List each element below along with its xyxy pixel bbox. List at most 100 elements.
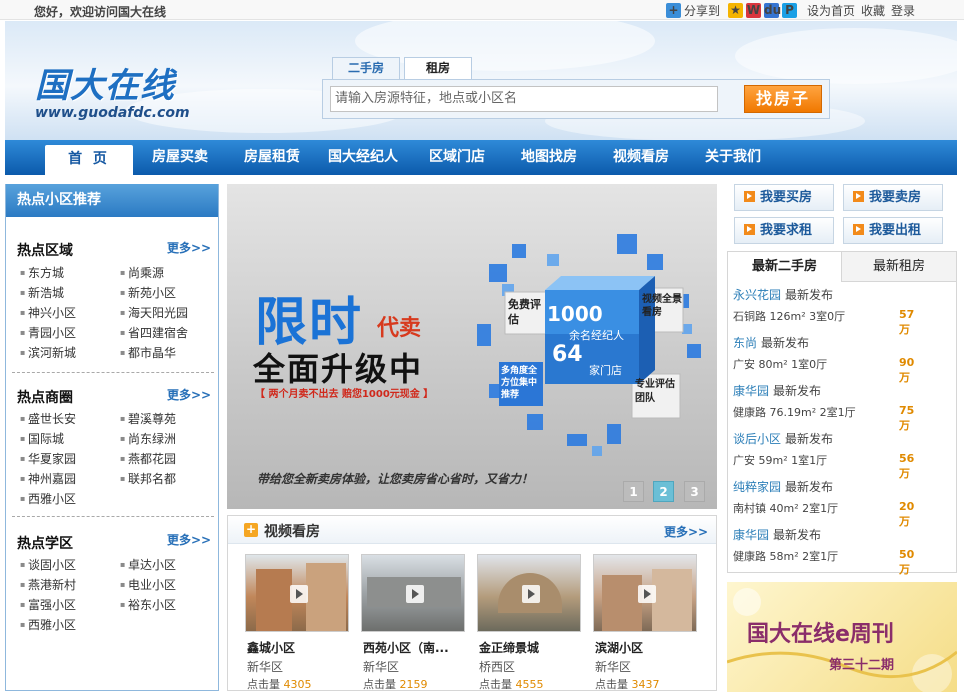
sell-house-button[interactable]: 我要卖房 bbox=[843, 184, 943, 211]
nav-item-video[interactable]: 视频看房 bbox=[613, 140, 669, 175]
list-item[interactable]: 裕东小区 bbox=[120, 596, 176, 613]
listing-title[interactable]: 永兴花园 最新发布 bbox=[733, 286, 833, 303]
qzone-icon[interactable]: ★ bbox=[728, 2, 744, 18]
list-item[interactable]: 富强小区 bbox=[20, 596, 76, 613]
list-item[interactable]: 燕港新村 bbox=[20, 576, 76, 593]
list-item[interactable]: 神兴小区 bbox=[20, 304, 76, 321]
play-icon bbox=[522, 585, 540, 603]
more-link-school[interactable]: 更多>> bbox=[167, 531, 211, 548]
welcome-text: 您好，欢迎访问国大在线 bbox=[34, 5, 167, 19]
list-item[interactable]: 海天阳光园 bbox=[120, 304, 188, 321]
list-item[interactable]: 碧溪尊苑 bbox=[120, 410, 176, 427]
site-logo[interactable]: 国大在线 www.guodafdc.com bbox=[35, 58, 190, 121]
video-thumbnail[interactable] bbox=[477, 554, 581, 632]
search-input[interactable]: 请输入房源特征，地点或小区名 bbox=[330, 86, 718, 112]
list-item[interactable]: 西雅小区 bbox=[20, 616, 76, 633]
banner-promo: 【 两个月卖不出去 赔您1000元现金 】 bbox=[255, 389, 434, 400]
tab-latest-second-hand[interactable]: 最新二手房 bbox=[728, 252, 842, 282]
list-item[interactable]: 尚乘源 bbox=[120, 264, 164, 281]
baidu-icon[interactable]: du bbox=[764, 2, 781, 18]
nav-item-agents[interactable]: 国大经纪人 bbox=[328, 140, 398, 175]
listing-title[interactable]: 东尚 最新发布 bbox=[733, 334, 809, 351]
latest-listings-panel: 最新二手房 最新租房 永兴花园 最新发布 石铜路 126m² 3室0厅 57万 东尚… bbox=[727, 251, 957, 576]
list-item[interactable]: 盛世长安 bbox=[20, 410, 76, 427]
list-item[interactable]: 卓达小区 bbox=[120, 556, 176, 573]
nav-item-rental[interactable]: 房屋租赁 bbox=[244, 140, 300, 175]
video-district: 新华区 bbox=[247, 660, 284, 674]
video-name[interactable]: 金正缔景城 bbox=[479, 639, 539, 656]
banner-subtitle: 全面升级中 bbox=[253, 350, 424, 388]
more-link-area[interactable]: 更多>> bbox=[167, 239, 211, 256]
cube-agents-label: 余名经纪人 bbox=[569, 329, 624, 342]
weibo-icon[interactable]: W bbox=[746, 2, 762, 18]
favorite-link[interactable]: 收藏 bbox=[861, 2, 885, 19]
nav-item-home[interactable]: 首 页 bbox=[45, 145, 133, 175]
arrow-icon bbox=[853, 224, 864, 235]
rent-out-button[interactable]: 我要出租 bbox=[843, 217, 943, 244]
nav-item-stores[interactable]: 区域门店 bbox=[429, 140, 485, 175]
share-plus-icon[interactable]: + bbox=[666, 2, 681, 18]
nav-item-map[interactable]: 地图找房 bbox=[521, 140, 577, 175]
list-item[interactable]: 省四建宿舍 bbox=[120, 324, 188, 341]
listing-title[interactable]: 康华园 最新发布 bbox=[733, 526, 821, 543]
divider bbox=[12, 516, 214, 517]
arrow-icon bbox=[744, 224, 755, 235]
tab-second-hand[interactable]: 二手房 bbox=[332, 57, 400, 79]
top-links: + 分享到 ★ W du P 设为首页 收藏 登录 bbox=[666, 2, 915, 18]
list-item[interactable]: 电业小区 bbox=[120, 576, 176, 593]
e-weekly-banner[interactable]: 国大在线e周刊 第三十二期 bbox=[727, 582, 957, 692]
tab-latest-rental[interactable]: 最新租房 bbox=[842, 252, 956, 282]
list-item[interactable]: 国际城 bbox=[20, 430, 64, 447]
list-item[interactable]: 滨河新城 bbox=[20, 344, 76, 361]
list-item[interactable]: 尚东绿洲 bbox=[120, 430, 176, 447]
video-thumbnail[interactable] bbox=[245, 554, 349, 632]
section-title-school: 热点学区 bbox=[17, 536, 73, 552]
tab-rent[interactable]: 租房 bbox=[404, 57, 472, 79]
list-item[interactable]: 新苑小区 bbox=[120, 284, 176, 301]
video-name[interactable]: 滨湖小区 bbox=[595, 639, 643, 656]
section-title-area: 热点区域 bbox=[17, 243, 73, 259]
play-icon bbox=[406, 585, 424, 603]
search-button[interactable]: 找房子 bbox=[744, 85, 822, 113]
play-icon bbox=[290, 585, 308, 603]
nav-item-about[interactable]: 关于我们 bbox=[705, 140, 761, 175]
video-name[interactable]: 鑫城小区 bbox=[247, 639, 295, 656]
more-link-business[interactable]: 更多>> bbox=[167, 386, 211, 403]
video-thumbnail[interactable] bbox=[593, 554, 697, 632]
banner-page-3[interactable]: 3 bbox=[684, 481, 705, 502]
listing-title[interactable]: 纯粹家园 最新发布 bbox=[733, 478, 833, 495]
list-item[interactable]: 青园小区 bbox=[20, 324, 76, 341]
set-home-link[interactable]: 设为首页 bbox=[807, 2, 855, 19]
list-item[interactable]: 东方城 bbox=[20, 264, 64, 281]
login-link[interactable]: 登录 bbox=[891, 2, 915, 19]
listing-title[interactable]: 康华园 最新发布 bbox=[733, 382, 821, 399]
nav-item-buy-sell[interactable]: 房屋买卖 bbox=[152, 140, 208, 175]
banner-page-2[interactable]: 2 bbox=[653, 481, 674, 502]
list-item[interactable]: 西雅小区 bbox=[20, 490, 76, 507]
listing-detail: 南村镇 40m² 2室1厅 20万 bbox=[733, 500, 915, 528]
e-weekly-title: 国大在线e周刊 bbox=[747, 622, 894, 647]
video-district: 桥西区 bbox=[479, 660, 516, 674]
e-weekly-issue: 第三十二期 bbox=[829, 658, 895, 673]
video-clicks: 点击量 4305 bbox=[247, 678, 312, 691]
share-label[interactable]: 分享到 bbox=[684, 2, 720, 19]
banner-page-1[interactable]: 1 bbox=[623, 481, 644, 502]
video-name[interactable]: 西苑小区（南... bbox=[363, 639, 449, 656]
video-more-link[interactable]: 更多>> bbox=[664, 523, 708, 540]
list-item[interactable]: 神州嘉园 bbox=[20, 470, 76, 487]
list-item[interactable]: 燕都花园 bbox=[120, 450, 176, 467]
buy-house-button[interactable]: 我要买房 bbox=[734, 184, 834, 211]
list-item[interactable]: 联邦名都 bbox=[120, 470, 176, 487]
banner-slogan: 带给您全新卖房体验，让您卖房省心省时，又省力！ bbox=[257, 472, 534, 486]
seek-rental-button[interactable]: 我要求租 bbox=[734, 217, 834, 244]
tencent-icon[interactable]: P bbox=[782, 2, 798, 18]
video-thumbnail[interactable] bbox=[361, 554, 465, 632]
list-item[interactable]: 华夏家园 bbox=[20, 450, 76, 467]
list-item[interactable]: 谈固小区 bbox=[20, 556, 76, 573]
panel-title: 热点小区推荐 bbox=[6, 184, 218, 217]
list-item[interactable]: 都市晶华 bbox=[120, 344, 176, 361]
list-item[interactable]: 新浩城 bbox=[20, 284, 64, 301]
listing-title[interactable]: 谈后小区 最新发布 bbox=[733, 430, 833, 447]
top-bar: 您好，欢迎访问国大在线 + 分享到 ★ W du P 设为首页 收藏 登录 bbox=[0, 0, 964, 20]
promo-banner[interactable]: 1000 余名经纪人 64 家门店 免费评估 视频全景看房 多角度全方位集中推荐… bbox=[227, 184, 717, 509]
